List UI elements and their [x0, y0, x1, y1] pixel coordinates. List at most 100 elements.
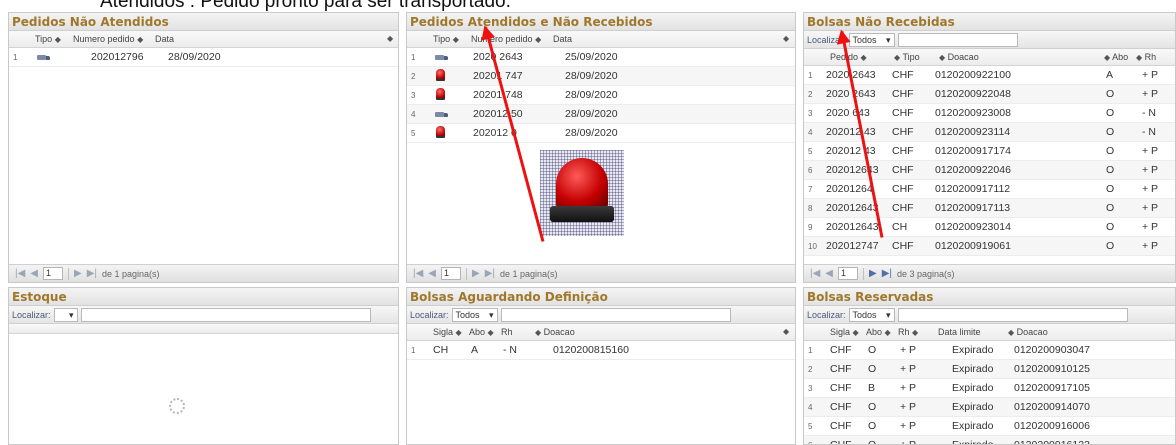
table-header: Pedido ◆ ◆ Tipo ◆ Doacao ◆ Abo ◆ Rh: [804, 49, 1175, 66]
table-row[interactable]: 9 202012643 CH 0120200923014 O + P: [804, 218, 1175, 237]
table-header: Sigla ◆ Abo ◆ Rh ◆ Doacao ◆: [407, 324, 795, 341]
page-count: de 1 pagina(s): [500, 268, 558, 279]
col-header-sigla[interactable]: Sigla ◆: [433, 327, 462, 337]
siren-icon: [436, 88, 445, 103]
col-header-doacao[interactable]: ◆ Doacao: [939, 52, 979, 62]
pager: |◀ ◀ 1 ▶ ▶| de 3 pagina(s): [804, 264, 1175, 282]
filter-select[interactable]: Todos ▾: [848, 32, 895, 47]
filter-toolbar: Localizar: Todos ▾: [407, 306, 795, 324]
page-input[interactable]: 1: [43, 267, 63, 280]
table-row[interactable]: 5 202012 0 28/09/2020: [407, 124, 795, 143]
col-header-tipo[interactable]: Tipo ◆: [35, 34, 61, 44]
table-row[interactable]: 2 CHF O + P Expirado 0120200910125: [804, 360, 1175, 379]
col-header-rh[interactable]: Rh: [501, 327, 513, 337]
table-row[interactable]: 1 CHF O + P Expirado 0120200903047: [804, 341, 1175, 360]
table-row[interactable]: 4 CHF O + P Expirado 0120200914070: [804, 398, 1175, 417]
table-header: [9, 324, 398, 334]
prev-page-button[interactable]: ◀: [30, 268, 38, 279]
table-header: Sigla ◆ Abo ◆ Rh ◆ Data limite ◆ Doacao: [804, 324, 1175, 341]
table-row[interactable]: 10 202012747 CHF 0120200919061 O + P: [804, 237, 1175, 256]
first-page-button[interactable]: |◀: [810, 268, 820, 279]
truck-icon: [435, 110, 449, 122]
localizar-label: Localizar:: [12, 309, 51, 320]
table-row[interactable]: 3 CHF B + P Expirado 0120200917105: [804, 379, 1175, 398]
table-body: 1 CH A - N 0120200815160: [407, 341, 795, 360]
page-input[interactable]: 1: [441, 267, 461, 280]
panel-title: Pedidos Não Atendidos: [9, 13, 398, 31]
table-row[interactable]: 2 20201 747 28/09/2020: [407, 67, 795, 86]
table-row[interactable]: 5 202012 43 CHF 0120200917174 O + P: [804, 142, 1175, 161]
table-row[interactable]: 1 2020 2643 CHF 0120200922100 A + P: [804, 66, 1175, 85]
panel-title: Pedidos Atendidos e Não Recebidos: [407, 13, 795, 31]
table-row[interactable]: 1 202012796 28/09/2020: [9, 48, 398, 67]
last-page-button[interactable]: ▶|: [882, 268, 892, 279]
next-page-button[interactable]: ▶: [869, 268, 877, 279]
table-row[interactable]: 1 CH A - N 0120200815160: [407, 341, 795, 360]
first-page-button[interactable]: |◀: [413, 268, 423, 279]
last-page-button[interactable]: ▶|: [485, 268, 495, 279]
filter-select[interactable]: Todos ▾: [451, 307, 498, 322]
search-input[interactable]: [500, 307, 731, 322]
last-page-button[interactable]: ▶|: [87, 268, 97, 279]
table-body: 1 2020 2643 25/09/2020 2 20201 747 28/09…: [407, 48, 795, 143]
localizar-label: Localizar:: [410, 309, 449, 320]
col-header-data[interactable]: Data: [155, 34, 174, 44]
table-row[interactable]: 7 20201264 CHF 0120200917112 O + P: [804, 180, 1175, 199]
panel-title: Bolsas Reservadas: [804, 288, 1175, 306]
col-header-abo[interactable]: Abo ◆: [469, 327, 494, 337]
next-page-button[interactable]: ▶: [74, 268, 82, 279]
loading-spinner-icon: [169, 398, 185, 414]
prev-page-button[interactable]: ◀: [825, 268, 833, 279]
col-header-rh[interactable]: ◆ Rh: [1136, 52, 1156, 62]
first-page-button[interactable]: |◀: [15, 268, 25, 279]
panel-title: Bolsas Aguardando Definição: [407, 288, 795, 306]
pager: |◀ ◀ 1 ▶ ▶| de 1 pagina(s): [407, 264, 795, 282]
panel-bolsas-aguardando: Bolsas Aguardando Definição Localizar: T…: [406, 287, 796, 445]
filter-toolbar: Localizar: Todos ▾: [804, 31, 1175, 49]
table-row[interactable]: 6 202012643 CHF 0120200922046 O + P: [804, 161, 1175, 180]
table-header: Tipo ◆ Numero pedido ◆ Data ◆: [9, 31, 398, 48]
col-header-sigla[interactable]: Sigla ◆: [830, 327, 859, 337]
table-row[interactable]: 5 CHF O + P Expirado 0120200916006: [804, 417, 1175, 436]
col-header-tipo[interactable]: ◆ Tipo: [894, 52, 920, 62]
page-input[interactable]: 1: [838, 267, 858, 280]
column-menu-icon[interactable]: ◆: [783, 34, 789, 43]
col-header-numero[interactable]: Numero pedido ◆: [73, 34, 143, 44]
filter-select[interactable]: Todos ▾: [848, 307, 895, 322]
table-header: Tipo ◆ Numero pedido ◆ Data ◆: [407, 31, 795, 48]
table-row[interactable]: 3 20201 748 28/09/2020: [407, 86, 795, 105]
search-input[interactable]: [897, 32, 1018, 47]
search-input[interactable]: [897, 307, 1128, 322]
col-header-abo[interactable]: ◆ Abo: [1104, 52, 1128, 62]
filter-select[interactable]: ▾: [53, 307, 78, 322]
prev-page-button[interactable]: ◀: [428, 268, 436, 279]
table-row[interactable]: 4 202012 50 28/09/2020: [407, 105, 795, 124]
table-row[interactable]: 6CHFO+ PExpirado0120200916123: [804, 436, 1175, 444]
column-menu-icon[interactable]: ◆: [387, 34, 393, 43]
panel-bolsas-nao-recebidas: Bolsas Não Recebidas Localizar: Todos ▾ P…: [803, 12, 1176, 283]
column-menu-icon[interactable]: ◆: [783, 327, 789, 336]
siren-icon: [436, 69, 445, 84]
table-row[interactable]: 2 2020 2643 CHF 0120200922048 O + P: [804, 85, 1175, 104]
col-header-rh[interactable]: Rh ◆: [898, 327, 918, 337]
col-header-tipo[interactable]: Tipo ◆: [433, 34, 459, 44]
next-page-button[interactable]: ▶: [472, 268, 480, 279]
search-input[interactable]: [80, 307, 371, 322]
page-count: de 1 pagina(s): [102, 268, 160, 279]
table-row[interactable]: 1 2020 2643 25/09/2020: [407, 48, 795, 67]
table-body: 1 202012796 28/09/2020: [9, 48, 398, 67]
col-header-abo[interactable]: Abo ◆: [866, 327, 891, 337]
truck-icon: [37, 53, 51, 65]
col-header-doacao[interactable]: ◆ Doacao: [535, 327, 575, 337]
col-header-data[interactable]: Data: [553, 34, 572, 44]
screenshot-caption: Atendidos : Pedido pronto para ser trans…: [100, 0, 511, 11]
chevron-down-icon: ▾: [69, 309, 74, 320]
chevron-down-icon: ▾: [489, 309, 494, 320]
page-count: de 3 pagina(s): [897, 268, 955, 279]
truck-icon: [435, 53, 449, 65]
col-header-doacao[interactable]: ◆ Doacao: [1008, 327, 1048, 337]
col-header-limite[interactable]: Data limite: [938, 327, 981, 337]
chevron-down-icon: ▾: [886, 34, 891, 45]
table-row[interactable]: 8 202012643 CHF 0120200917113 O + P: [804, 199, 1175, 218]
panel-bolsas-reservadas: Bolsas Reservadas Localizar: Todos ▾ Sigl…: [803, 287, 1176, 445]
